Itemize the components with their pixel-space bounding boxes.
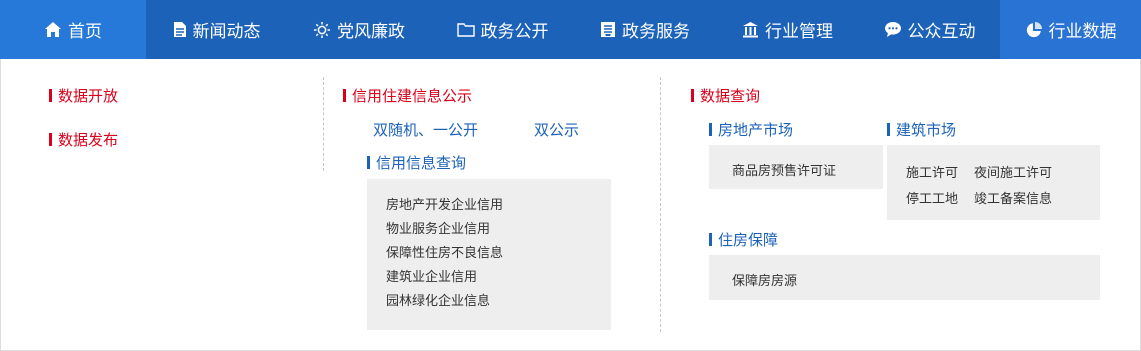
link-affordable-housing-bad-info[interactable]: 保障性住房不良信息 <box>386 242 503 261</box>
nav-item-label: 首页 <box>68 22 102 42</box>
nav-item-integrity[interactable]: 党风廉政 <box>287 0 431 59</box>
heading-construction-market[interactable]: 建筑市场 <box>887 119 956 140</box>
heading-label: 数据查询 <box>700 87 761 105</box>
column-divider <box>323 77 324 171</box>
heading-label: 信用住建信息公示 <box>352 87 473 105</box>
link-double-random[interactable]: 双随机、一公开 <box>373 119 478 140</box>
marker-bar <box>709 123 712 136</box>
link-data-publish[interactable]: 数据发布 <box>49 129 118 150</box>
nav-item-industry-mgmt[interactable]: 行业管理 <box>716 0 859 59</box>
marker-bar <box>343 89 346 102</box>
chat-bubble-icon <box>884 21 902 38</box>
document-icon <box>173 21 187 38</box>
sun-icon <box>313 21 331 39</box>
link-landscaping-enterprise-info[interactable]: 园林绿化企业信息 <box>386 290 490 309</box>
folder-icon <box>456 22 475 37</box>
link-night-construction-permit[interactable]: 夜间施工许可 <box>974 162 1052 181</box>
nav-item-home[interactable]: 首页 <box>0 0 146 59</box>
nav-item-gov-service[interactable]: 政务服务 <box>574 0 716 59</box>
heading-credit-info-disclosure[interactable]: 信用住建信息公示 <box>343 85 472 106</box>
link-data-open[interactable]: 数据开放 <box>49 85 118 106</box>
heading-data-query[interactable]: 数据查询 <box>691 85 760 106</box>
marker-bar <box>691 89 694 102</box>
link-completion-filing[interactable]: 竣工备案信息 <box>974 188 1052 207</box>
marker-bar <box>49 89 52 102</box>
heading-credit-query[interactable]: 信用信息查询 <box>367 152 466 173</box>
link-label: 数据发布 <box>58 131 119 149</box>
nav-item-label: 政务服务 <box>622 22 690 42</box>
link-real-estate-credit[interactable]: 房地产开发企业信用 <box>386 194 503 213</box>
heading-label: 信用信息查询 <box>376 154 467 172</box>
heading-label: 建筑市场 <box>896 121 957 139</box>
nav-item-label: 行业管理 <box>765 22 833 42</box>
construction-box <box>887 145 1100 220</box>
link-affordable-housing-supply[interactable]: 保障房房源 <box>732 270 797 289</box>
industry-data-dropdown: 数据开放 数据发布 信用住建信息公示 双随机、一公开 双公示 信用信息查询 房地… <box>0 59 1141 351</box>
building-icon <box>742 21 759 38</box>
link-property-service-credit[interactable]: 物业服务企业信用 <box>386 218 490 237</box>
link-label: 数据开放 <box>58 87 119 105</box>
heading-label: 住房保障 <box>718 231 779 249</box>
link-construction-enterprise-credit[interactable]: 建筑业企业信用 <box>386 266 477 285</box>
nav-item-label: 公众互动 <box>907 22 976 42</box>
pie-chart-icon <box>1025 21 1043 39</box>
link-double-publicity[interactable]: 双公示 <box>534 119 579 140</box>
link-suspended-sites[interactable]: 停工工地 <box>906 188 958 207</box>
heading-label: 房地产市场 <box>718 121 794 139</box>
marker-bar <box>367 156 370 169</box>
heading-housing-security[interactable]: 住房保障 <box>709 229 778 250</box>
nav-item-label: 行业数据 <box>1048 22 1117 42</box>
marker-bar <box>709 233 712 246</box>
marker-bar <box>887 123 890 136</box>
nav-item-news[interactable]: 新闻动态 <box>146 0 287 59</box>
link-construction-permit[interactable]: 施工许可 <box>906 162 958 181</box>
nav-item-label: 政务公开 <box>480 22 549 42</box>
main-nav: 首页 新闻动态 党风廉政 政务公开 政务服务 行业管理 公众互动 行业数据 <box>0 0 1141 59</box>
nav-item-gov-open[interactable]: 政务公开 <box>431 0 574 59</box>
column-divider <box>660 77 661 332</box>
nav-item-public-interaction[interactable]: 公众互动 <box>859 0 1000 59</box>
heading-real-estate-market[interactable]: 房地产市场 <box>709 119 793 140</box>
clipboard-icon <box>600 21 616 38</box>
home-icon <box>44 21 62 38</box>
marker-bar <box>49 133 52 146</box>
link-presale-permit[interactable]: 商品房预售许可证 <box>732 160 836 179</box>
nav-item-label: 新闻动态 <box>192 22 261 42</box>
nav-item-industry-data[interactable]: 行业数据 <box>1000 0 1141 59</box>
nav-item-label: 党风廉政 <box>337 22 405 42</box>
